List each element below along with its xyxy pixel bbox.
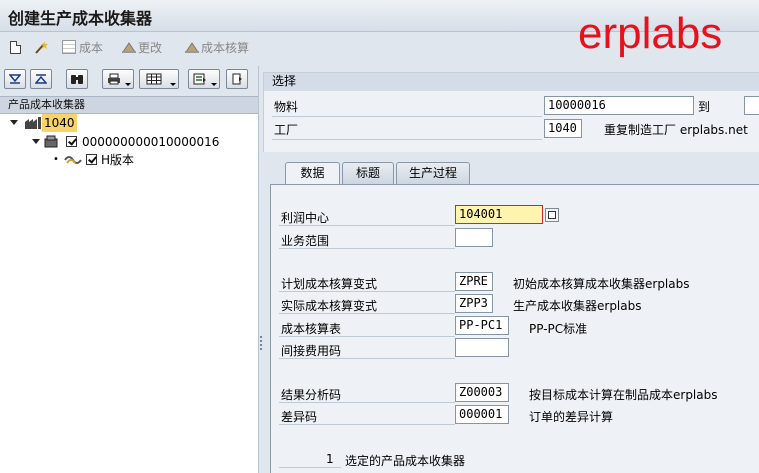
wand-button[interactable] xyxy=(34,38,48,56)
collector-tree: 1040 000000000010000016 • H版本 xyxy=(0,114,258,473)
change-button[interactable]: 更改 xyxy=(121,38,162,56)
more-icon xyxy=(232,73,242,85)
print-dropdown-arrow xyxy=(125,83,131,86)
ra-key-description: 按目标成本计算在制品成本erplabs xyxy=(529,388,718,402)
tree-header: 产品成本收集器 xyxy=(0,96,258,114)
plan-variant-field[interactable]: ZPRE xyxy=(455,272,493,291)
expand-all-icon xyxy=(9,74,21,84)
material-label: 物料 xyxy=(274,100,299,114)
application-toolbar: 成本 更改 成本核算 xyxy=(0,33,759,61)
binoculars-icon xyxy=(71,75,83,84)
find-button[interactable] xyxy=(66,69,88,89)
separator-line xyxy=(279,424,455,425)
separator-line xyxy=(279,336,455,337)
ra-key-label: 结果分析码 xyxy=(281,388,342,402)
tree-node-material[interactable]: 000000000010000016 xyxy=(0,133,258,151)
export-list-icon xyxy=(193,73,206,85)
cost-estimate-button-label: 成本核算 xyxy=(201,40,250,55)
print-button[interactable] xyxy=(102,69,134,89)
tree-node-plant[interactable]: 1040 xyxy=(0,114,258,132)
actual-variant-label: 实际成本核算变式 xyxy=(281,299,378,313)
export-dropdown-arrow xyxy=(211,83,217,86)
tree-node-version-label: H版本 xyxy=(101,153,135,167)
cost-button-label: 成本 xyxy=(79,40,104,55)
collapse-button[interactable] xyxy=(30,69,52,89)
printer-icon xyxy=(108,73,120,85)
version-icon xyxy=(64,153,82,172)
tree-node-version[interactable]: • H版本 xyxy=(0,151,258,169)
tree-toolbar xyxy=(0,66,258,94)
export-button[interactable] xyxy=(188,69,220,89)
change-button-label: 更改 xyxy=(138,40,163,55)
separator-line xyxy=(279,248,455,249)
data-tab-panel: 利润中心 104001 业务范围 计划成本核算变式 ZPRE 初始成本核算成本收… xyxy=(270,184,759,473)
profit-center-label: 利润中心 xyxy=(281,211,330,225)
variance-key-description: 订单的差异计算 xyxy=(529,410,614,424)
business-area-label: 业务范围 xyxy=(281,234,330,248)
actual-variant-description: 生产成本收集器erplabs xyxy=(513,299,642,313)
cost-button[interactable]: 成本 xyxy=(62,38,103,56)
collapse-all-icon xyxy=(35,74,47,84)
separator-line xyxy=(272,116,542,117)
selected-count-label: 选定的产品成本收集器 xyxy=(345,454,466,468)
plan-variant-description: 初始成本核算成本收集器erplabs xyxy=(513,277,690,291)
expand-toggle-icon[interactable] xyxy=(32,139,40,144)
tab-header[interactable]: 标题 xyxy=(342,162,394,184)
splitter-grip-icon xyxy=(260,336,262,352)
ra-key-field[interactable]: Z00003 xyxy=(455,383,509,402)
selected-count: 1 xyxy=(326,452,334,466)
separator-line xyxy=(279,291,455,292)
costing-sheet-label: 成本核算表 xyxy=(281,322,342,336)
plant-field[interactable]: 1040 xyxy=(544,119,582,138)
version-checkbox[interactable] xyxy=(86,154,97,165)
separator-line xyxy=(279,358,455,359)
change-icon xyxy=(121,41,136,53)
tab-data[interactable]: 数据 xyxy=(285,162,340,185)
actual-variant-field[interactable]: ZPP3 xyxy=(455,294,493,313)
business-area-field[interactable] xyxy=(455,228,493,247)
to-label: 到 xyxy=(698,100,711,114)
separator-line xyxy=(272,139,542,140)
expand-button[interactable] xyxy=(4,69,26,89)
tree-node-plant-label: 1040 xyxy=(42,114,77,132)
separator-line xyxy=(279,402,455,403)
selection-group: 选择 物料 10000016 到 工厂 1040 重复制造工厂 erplabs.… xyxy=(263,72,759,152)
plant-description: 重复制造工厂 erplabs.net xyxy=(604,123,748,137)
tab-production-process[interactable]: 生产过程 xyxy=(396,162,470,184)
new-button[interactable] xyxy=(10,38,21,56)
more-button[interactable] xyxy=(226,69,248,89)
tree-bullet-icon: • xyxy=(53,154,59,165)
overhead-key-label: 间接费用码 xyxy=(281,344,342,358)
material-to-field[interactable] xyxy=(744,96,759,115)
overhead-key-field[interactable] xyxy=(455,338,509,357)
separator-line xyxy=(279,225,455,226)
separator-line xyxy=(279,467,341,468)
layout-button[interactable] xyxy=(139,69,179,89)
variance-key-label: 差异码 xyxy=(281,410,318,424)
costing-grid-icon xyxy=(62,40,76,54)
table-layout-icon xyxy=(146,73,162,85)
costing-sheet-description: PP-PC标准 xyxy=(529,322,588,336)
window-title: 创建生产成本收集器 xyxy=(8,9,153,28)
plan-variant-label: 计划成本核算变式 xyxy=(281,277,378,291)
tree-node-material-label: 000000000010000016 xyxy=(82,135,220,149)
search-help-icon[interactable] xyxy=(545,208,559,222)
expand-toggle-icon[interactable] xyxy=(10,120,18,125)
profit-center-field[interactable]: 104001 xyxy=(455,205,543,224)
selection-header: 选择 xyxy=(264,73,759,91)
cost-estimate-icon xyxy=(184,41,199,53)
cost-estimate-button[interactable]: 成本核算 xyxy=(184,38,249,56)
plant-label: 工厂 xyxy=(274,123,299,137)
material-checkbox[interactable] xyxy=(66,136,77,147)
separator-line xyxy=(279,313,455,314)
new-document-icon xyxy=(10,40,21,54)
material-from-field[interactable]: 10000016 xyxy=(544,96,694,115)
costing-sheet-field[interactable]: PP-PC1 xyxy=(455,316,509,335)
magic-wand-icon xyxy=(34,40,48,54)
layout-dropdown-arrow xyxy=(170,83,176,86)
variance-key-field[interactable]: 000001 xyxy=(455,405,509,424)
